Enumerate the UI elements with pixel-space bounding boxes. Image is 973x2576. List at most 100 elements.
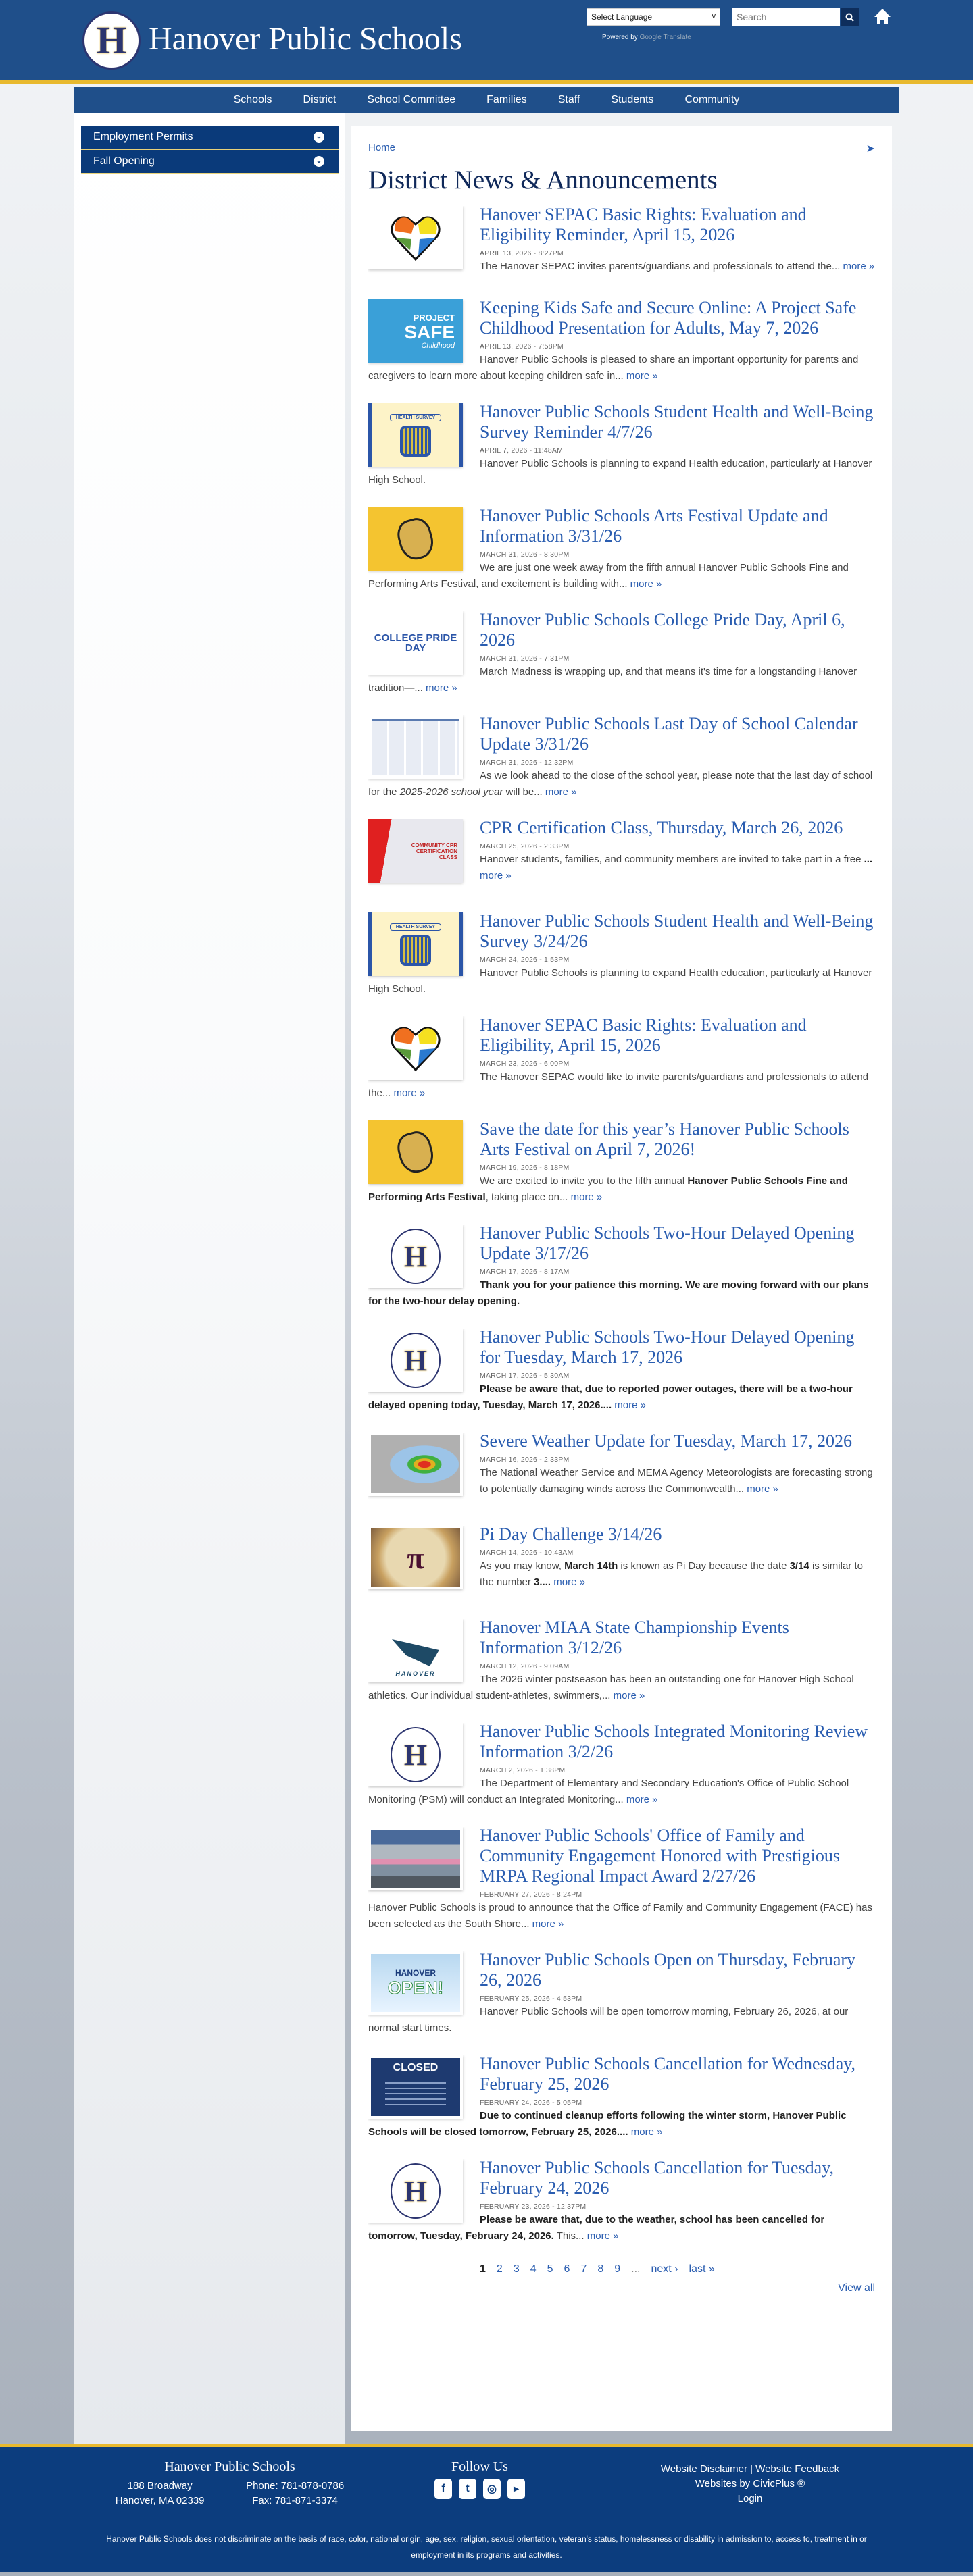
district-logo[interactable]: H (82, 11, 141, 70)
news-thumbnail[interactable]: HANOVER OPEN! (368, 1951, 463, 2015)
summary-text: ... (864, 854, 873, 865)
sidebar-item-label: Fall Opening (93, 155, 155, 167)
page-link-7[interactable]: 7 (580, 2263, 587, 2275)
more-link[interactable]: more » (614, 1690, 645, 1701)
page-link-9[interactable]: 9 (614, 2263, 620, 2275)
fax: Fax: 781-871-3374 (252, 2495, 339, 2506)
thumb-text: π (407, 1540, 424, 1575)
news-thumbnail[interactable]: H (368, 1225, 463, 1288)
qr-code-icon (400, 425, 431, 457)
share-icon[interactable]: ➤ (866, 142, 875, 155)
more-link[interactable]: more » (614, 1399, 646, 1411)
summary-text: This... (553, 2230, 587, 2242)
more-link[interactable]: more » (843, 261, 875, 272)
nav-district[interactable]: District (288, 87, 352, 113)
home-icon[interactable] (873, 7, 892, 26)
page-link-3[interactable]: 3 (514, 2263, 520, 2275)
summary-text: Hanover Public Schools is proud to annou… (368, 1902, 872, 1930)
last-page-link[interactable]: last » (689, 2263, 715, 2275)
view-all-link[interactable]: View all (368, 2282, 875, 2294)
thumb-text: HANOVER (395, 1670, 436, 1677)
more-link[interactable]: more » (545, 786, 577, 798)
next-page-link[interactable]: next › (651, 2263, 678, 2275)
more-link[interactable]: more » (626, 370, 658, 382)
breadcrumb-home[interactable]: Home (368, 142, 395, 155)
news-item: HEALTH SURVEY Hanover Public Schools Stud… (368, 912, 875, 998)
search-input[interactable] (732, 8, 840, 26)
news-thumbnail[interactable]: HANOVER (368, 1619, 463, 1682)
news-thumbnail[interactable] (368, 206, 463, 269)
page-link-5[interactable]: 5 (547, 2263, 553, 2275)
nav-staff[interactable]: Staff (543, 87, 596, 113)
news-item: Hanover Public Schools Arts Festival Upd… (368, 507, 875, 592)
h-logo-icon: H (391, 2163, 441, 2219)
more-link[interactable]: more » (630, 578, 662, 590)
qr-code-icon (400, 934, 431, 966)
news-thumbnail[interactable]: COMMUNITY CPR CERTIFICATION CLASS (368, 819, 463, 883)
site-title[interactable]: Hanover Public Schools (149, 20, 462, 57)
page-link-6[interactable]: 6 (564, 2263, 570, 2275)
language-select[interactable]: Select Language v (587, 8, 720, 26)
chevron-down-icon: v (712, 12, 716, 20)
thumb-text: Childhood (421, 341, 455, 350)
page-link-2[interactable]: 2 (497, 2263, 503, 2275)
footer-links: Website Disclaimer | Website Feedback We… (615, 2462, 885, 2506)
thumb-text: CLOSED (393, 2062, 439, 2073)
google-translate-link[interactable]: Google Translate (640, 34, 691, 41)
news-thumbnail[interactable]: HEALTH SURVEY (368, 912, 463, 976)
search-button[interactable] (841, 8, 859, 26)
news-thumbnail[interactable] (368, 1016, 463, 1080)
news-item: Hanover SEPAC Basic Rights: Evaluation a… (368, 1016, 875, 1102)
more-link[interactable]: more » (394, 1087, 426, 1099)
news-thumbnail[interactable] (368, 1433, 463, 1496)
sidebar-item-fall-opening[interactable]: Fall Opening ⌄ (81, 150, 339, 174)
calendar-grid-icon (372, 719, 459, 775)
heart-logo-icon (391, 216, 441, 261)
more-link[interactable]: more » (480, 870, 512, 881)
civicplus-link[interactable]: Websites by CivicPlus ® (615, 2477, 885, 2492)
summary-text: , taking place on... (485, 1191, 571, 1203)
news-thumbnail[interactable]: π (368, 1526, 463, 1589)
thumb-text: HANOVER (395, 1967, 436, 1978)
youtube-icon[interactable]: ▶ (507, 2479, 525, 2499)
page-link-8[interactable]: 8 (597, 2263, 603, 2275)
news-thumbnail[interactable]: H (368, 2159, 463, 2223)
more-link[interactable]: more » (587, 2230, 619, 2242)
news-thumbnail[interactable]: H (368, 1329, 463, 1392)
news-thumbnail[interactable]: COLLEGE PRIDE DAY (368, 611, 463, 675)
more-link[interactable]: more » (571, 1191, 603, 1203)
nav-school-committee[interactable]: School Committee (351, 87, 471, 113)
more-link[interactable]: more » (553, 1576, 585, 1588)
news-thumbnail[interactable] (368, 1120, 463, 1184)
chevron-down-icon[interactable]: ⌄ (314, 156, 324, 167)
news-thumbnail[interactable]: PROJECT SAFE Childhood (368, 299, 463, 363)
more-link[interactable]: more » (747, 1483, 778, 1495)
chevron-down-icon[interactable]: ⌄ (314, 132, 324, 143)
summary-text: The Hanover SEPAC invites parents/guardi… (480, 261, 843, 272)
more-link[interactable]: more » (631, 2126, 663, 2138)
page-ellipsis: ... (631, 2263, 641, 2275)
more-link[interactable]: more » (532, 1918, 564, 1930)
disclaimer-feedback-links[interactable]: Website Disclaimer | Website Feedback (615, 2462, 885, 2477)
news-thumbnail[interactable]: HEALTH SURVEY (368, 403, 463, 467)
news-item: COLLEGE PRIDE DAY Hanover Public Schools … (368, 611, 875, 696)
thumb-text: SAFE (404, 321, 455, 342)
news-thumbnail[interactable] (368, 507, 463, 571)
news-thumbnail[interactable] (368, 1827, 463, 1890)
news-thumbnail[interactable]: H (368, 1723, 463, 1786)
more-link[interactable]: more » (626, 1794, 658, 1805)
news-thumbnail[interactable] (368, 715, 463, 779)
news-thumbnail[interactable]: CLOSED (368, 2055, 463, 2119)
nav-community[interactable]: Community (669, 87, 755, 113)
page-link-4[interactable]: 4 (530, 2263, 537, 2275)
more-link[interactable]: more » (426, 682, 457, 694)
login-link[interactable]: Login (615, 2492, 885, 2506)
nav-schools[interactable]: Schools (218, 87, 288, 113)
instagram-icon[interactable]: ◎ (483, 2479, 501, 2499)
sidebar-item-employment-permits[interactable]: Employment Permits ⌄ (81, 126, 339, 150)
nav-families[interactable]: Families (471, 87, 543, 113)
thumb-text: COMMUNITY CPR CERTIFICATION CLASS (411, 842, 457, 860)
nav-students[interactable]: Students (595, 87, 669, 113)
facebook-icon[interactable]: f (434, 2479, 452, 2499)
twitter-icon[interactable]: t (459, 2479, 476, 2499)
